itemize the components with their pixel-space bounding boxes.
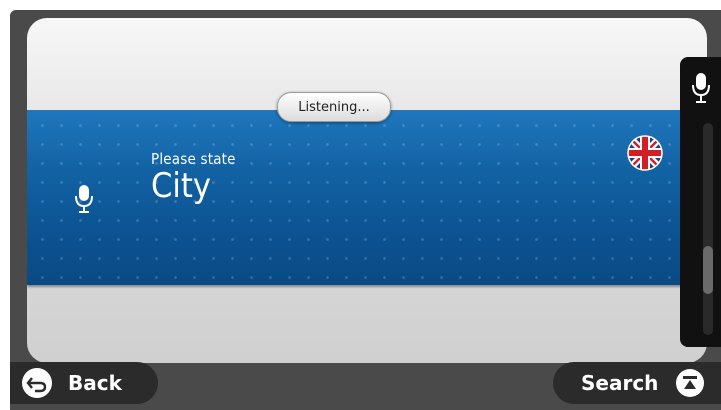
back-arrow-icon (22, 368, 52, 398)
scrollbar-track[interactable] (703, 123, 713, 335)
prompt-field: City (151, 166, 211, 206)
listening-badge: Listening... (277, 92, 391, 122)
search-label: Search (581, 371, 659, 395)
side-panel (680, 57, 721, 347)
back-button[interactable]: Back (10, 362, 158, 404)
search-scroll-up-icon (676, 369, 705, 397)
back-label: Back (68, 371, 122, 395)
device-frame: Please state City Listening... Back Sear… (10, 10, 721, 410)
microphone-icon[interactable] (692, 71, 710, 109)
microphone-icon (75, 183, 93, 219)
scrollbar-thumb[interactable] (703, 246, 713, 294)
search-button[interactable]: Search (553, 362, 721, 404)
voice-prompt: Please state City (151, 150, 236, 206)
prompt-banner: Please state City (27, 110, 707, 285)
banner-dot-pattern (27, 110, 707, 285)
voice-input-card: Please state City Listening... (27, 18, 707, 363)
uk-flag-icon[interactable] (627, 135, 663, 171)
